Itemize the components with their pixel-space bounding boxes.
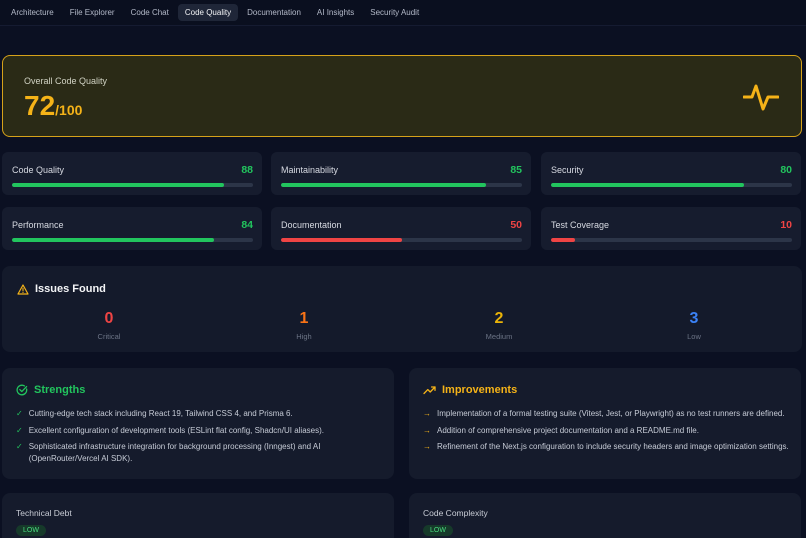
list-item: → Addition of comprehensive project docum… xyxy=(423,425,791,437)
issues-header: Issues Found xyxy=(17,283,106,295)
list-item: → Refinement of the Next.js configuration… xyxy=(423,441,791,453)
arrow-right-icon: → xyxy=(423,409,431,418)
warning-triangle-icon xyxy=(17,283,29,295)
code-complexity-badge: LOW xyxy=(423,525,453,536)
metric-label: Performance xyxy=(12,220,64,230)
metric-progress-track xyxy=(12,183,253,187)
issues-found-card: Issues Found 0 Critical 1 High 2 Medium … xyxy=(2,266,802,352)
issue-count-high: 1 High xyxy=(264,310,344,341)
strengths-card: Strengths ✓ Cutting-edge tech stack inclu… xyxy=(2,368,394,479)
metric-card-maintainability: Maintainability 85 xyxy=(271,152,531,195)
metric-progress-track xyxy=(12,238,253,242)
check-icon: ✓ xyxy=(16,425,23,435)
tab-file-explorer[interactable]: File Explorer xyxy=(63,4,122,21)
strengths-header: Strengths xyxy=(16,384,85,396)
improvements-title: Improvements xyxy=(442,384,518,396)
metric-value: 88 xyxy=(241,164,253,176)
improvement-text: Addition of comprehensive project docume… xyxy=(437,425,699,435)
list-item: ✓ Sophisticated infrastructure integratio… xyxy=(16,441,384,464)
issue-count-low: 3 Low xyxy=(654,310,734,341)
technical-debt-card: Technical Debt LOW xyxy=(2,493,394,538)
arrow-right-icon: → xyxy=(423,442,431,451)
tab-code-quality[interactable]: Code Quality xyxy=(177,4,239,21)
activity-pulse-icon xyxy=(743,84,779,111)
issue-count: 3 xyxy=(689,310,699,327)
strengths-list: ✓ Cutting-edge tech stack including React… xyxy=(16,408,384,469)
improvement-text: Implementation of a formal testing suite… xyxy=(437,409,785,418)
list-item: ✓ Excellent configuration of development … xyxy=(16,425,384,437)
issue-count: 1 xyxy=(299,310,309,327)
metric-label: Security xyxy=(551,165,584,175)
metric-progress-fill xyxy=(12,238,215,242)
issue-severity-label: Low xyxy=(687,332,701,341)
metric-progress-fill xyxy=(551,183,744,187)
metric-value: 80 xyxy=(780,164,792,176)
metric-progress-track xyxy=(281,238,522,242)
metric-progress-track xyxy=(281,183,522,187)
metric-value: 84 xyxy=(241,219,253,231)
check-icon: ✓ xyxy=(16,442,23,451)
trending-up-icon xyxy=(423,386,436,395)
issue-count-critical: 0 Critical xyxy=(69,310,149,341)
metric-card-performance: Performance 84 xyxy=(2,207,262,250)
tab-ai-insights[interactable]: AI Insights xyxy=(310,4,361,21)
metric-value: 50 xyxy=(510,219,522,231)
metric-label: Maintainability xyxy=(281,165,339,175)
strengths-title: Strengths xyxy=(34,384,86,396)
metric-label: Documentation xyxy=(281,220,342,230)
metric-value: 10 xyxy=(780,219,792,231)
improvements-list: → Implementation of a formal testing suit… xyxy=(423,408,791,458)
strength-text: Cutting-edge tech stack including React … xyxy=(28,409,293,418)
issue-count: 2 xyxy=(494,310,504,327)
issue-severity-label: Medium xyxy=(485,332,513,341)
metric-progress-fill xyxy=(281,183,486,187)
strength-text: Sophisticated infrastructure integration… xyxy=(28,442,321,463)
metric-label: Code Quality xyxy=(12,165,65,175)
tab-architecture[interactable]: Architecture xyxy=(4,4,61,21)
overall-quality-score: 72/100 xyxy=(24,90,82,122)
technical-debt-badge: LOW xyxy=(16,525,46,536)
overall-score-max: /100 xyxy=(55,102,83,118)
overall-score-value: 72 xyxy=(24,90,56,121)
metric-card-documentation: Documentation 50 xyxy=(271,207,531,250)
metric-progress-track xyxy=(551,238,792,242)
improvements-header: Improvements xyxy=(423,384,517,396)
code-complexity-label: Code Complexity xyxy=(423,508,488,518)
metric-card-code-quality: Code Quality 88 xyxy=(2,152,262,195)
overall-quality-label: Overall Code Quality xyxy=(24,76,108,86)
list-item: → Implementation of a formal testing suit… xyxy=(423,408,791,420)
top-nav: Architecture File Explorer Code Chat Cod… xyxy=(0,0,806,26)
technical-debt-label: Technical Debt xyxy=(16,508,72,518)
code-complexity-card: Code Complexity LOW xyxy=(409,493,801,538)
issue-count: 0 xyxy=(104,310,114,327)
tab-code-chat[interactable]: Code Chat xyxy=(124,4,176,21)
metric-progress-fill xyxy=(281,238,402,242)
issue-severity-label: Critical xyxy=(97,332,121,341)
issues-title: Issues Found xyxy=(35,283,106,295)
metric-progress-fill xyxy=(551,238,576,242)
improvements-card: Improvements → Implementation of a formal… xyxy=(409,368,801,479)
metric-value: 85 xyxy=(510,164,522,176)
tab-security-audit[interactable]: Security Audit xyxy=(363,4,426,21)
issue-severity-label: High xyxy=(296,332,312,341)
metric-card-security: Security 80 xyxy=(541,152,801,195)
check-circle-icon xyxy=(16,384,28,396)
check-icon: ✓ xyxy=(16,409,23,418)
metric-label: Test Coverage xyxy=(551,220,610,230)
improvement-text: Refinement of the Next.js configuration … xyxy=(437,442,789,451)
list-item: ✓ Cutting-edge tech stack including React… xyxy=(16,408,384,420)
strength-text: Excellent configuration of development t… xyxy=(28,425,324,435)
arrow-right-icon: → xyxy=(423,425,431,435)
tab-documentation[interactable]: Documentation xyxy=(240,4,308,21)
issue-count-medium: 2 Medium xyxy=(459,310,539,341)
metric-progress-fill xyxy=(12,183,225,187)
overall-quality-card: Overall Code Quality 72/100 xyxy=(2,55,802,137)
metric-card-test-coverage: Test Coverage 10 xyxy=(541,207,801,250)
metric-progress-track xyxy=(551,183,792,187)
